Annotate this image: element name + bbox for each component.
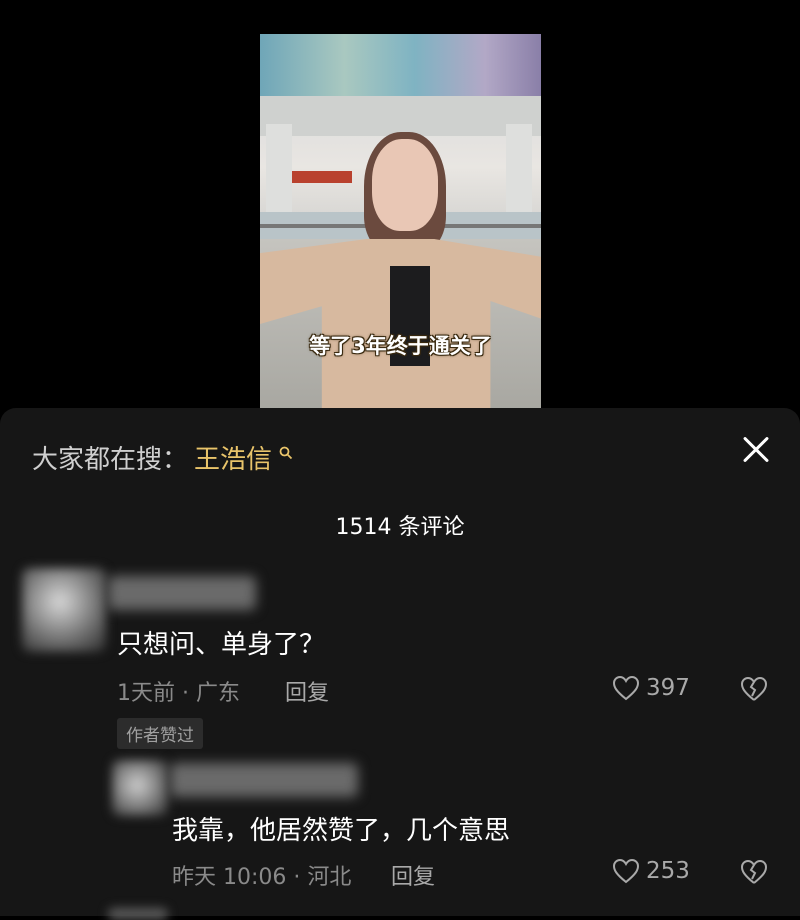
comment-meta: 昨天 10:06 · 河北: [172, 865, 352, 890]
reply-button[interactable]: 回复: [285, 675, 329, 707]
video-preview[interactable]: 等了3年终于通关了: [260, 34, 541, 416]
video-canopy-band: [260, 96, 541, 136]
comment-count: 1514 条评论: [335, 515, 465, 540]
video-person-face: [372, 139, 438, 231]
heart-icon: [612, 675, 640, 701]
like-button[interactable]: 253: [612, 858, 690, 884]
like-count: 253: [646, 858, 690, 884]
comment-username[interactable]: [170, 763, 358, 797]
comment-username[interactable]: [108, 576, 256, 610]
like-button[interactable]: 397: [612, 675, 690, 701]
video-caption: 等了3年终于通关了: [309, 334, 492, 358]
heart-icon: [612, 858, 640, 884]
comment-text: 只想问、单身了？: [117, 630, 326, 660]
search-suggestion-keyword[interactable]: 王浩信: [194, 445, 272, 475]
broken-heart-icon: [740, 676, 768, 701]
comment-text: 我靠，他居然赞了，几个意思: [172, 816, 511, 846]
broken-heart-icon: [740, 859, 768, 884]
search-suggestion-prefix: 大家都在搜：: [32, 445, 189, 475]
video-ship: [292, 171, 352, 183]
avatar[interactable]: [112, 760, 168, 816]
avatar[interactable]: [22, 568, 106, 652]
like-count: 397: [646, 675, 690, 701]
dislike-button[interactable]: [740, 676, 768, 706]
search-suggestion[interactable]: 大家都在搜： 王浩信: [32, 439, 293, 476]
avatar[interactable]: [108, 908, 168, 920]
author-liked-badge: 作者赞过: [117, 718, 203, 749]
video-canopy: [260, 34, 541, 104]
reply-button[interactable]: 回复: [391, 859, 435, 891]
dislike-button[interactable]: [740, 859, 768, 889]
comment-sheet: 大家都在搜： 王浩信 1514 条评论 只想问、单身了？ 1天前 · 广东 回复 …: [0, 408, 800, 920]
comment-meta: 1天前 · 广东: [117, 681, 240, 706]
close-icon[interactable]: [736, 430, 776, 470]
search-icon: [274, 445, 293, 464]
